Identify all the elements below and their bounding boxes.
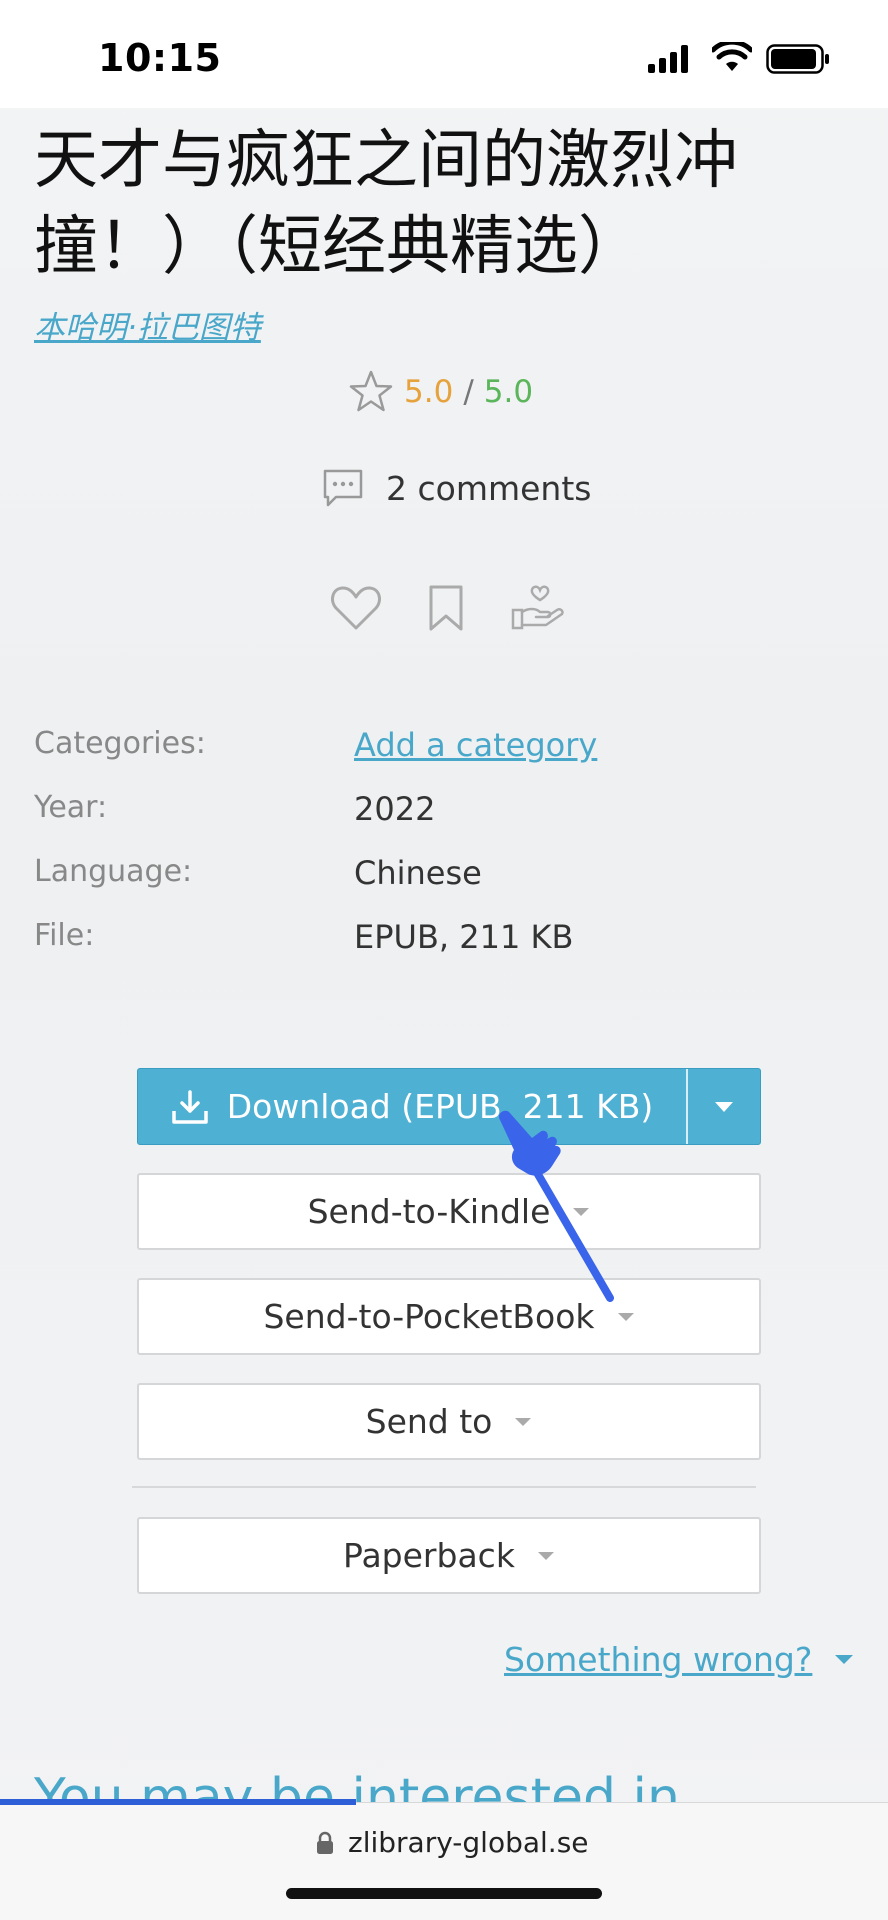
wifi-icon — [712, 42, 752, 71]
download-options-toggle[interactable] — [688, 1101, 760, 1113]
caret-down-icon — [515, 1417, 532, 1426]
home-indicator — [286, 1888, 602, 1899]
caret-down-icon — [835, 1655, 854, 1664]
divider — [132, 1486, 756, 1488]
download-button-group: Download (EPUB, 211 KB) — [137, 1068, 761, 1145]
send-to-label: Send to — [365, 1402, 493, 1441]
address-bar[interactable]: zlibrary-global.se — [316, 1826, 589, 1859]
something-wrong-link[interactable]: Something wrong? — [504, 1640, 854, 1679]
detail-value: 2022 — [354, 790, 436, 828]
battery-icon — [766, 44, 829, 74]
detail-row-year: Year: 2022 — [34, 784, 854, 848]
rating-max: 5.0 — [483, 374, 534, 410]
rating-separator: / — [463, 374, 474, 410]
book-title: 天才与疯狂之间的激烈冲撞！）（短经典精选） — [34, 124, 738, 284]
lock-icon — [317, 1831, 333, 1854]
donate-hand-icon[interactable] — [510, 584, 566, 632]
detail-row-categories: Categories: Add a category — [34, 720, 854, 784]
book-author-link[interactable]: 本哈明·拉巴图特 — [34, 302, 261, 347]
book-actions — [330, 584, 566, 632]
comment-icon — [323, 469, 363, 507]
rating-value: 5.0 — [404, 374, 454, 410]
something-wrong-label: Something wrong? — [504, 1640, 813, 1679]
detail-label: Categories: — [34, 726, 206, 761]
add-category-link[interactable]: Add a category — [354, 726, 597, 764]
comments-link[interactable]: 2 comments — [322, 468, 591, 508]
status-time: 10:15 — [98, 36, 222, 80]
paperback-label: Paperback — [343, 1536, 515, 1575]
book-details: Categories: Add a category Year: 2022 La… — [34, 720, 854, 976]
detail-label: File: — [34, 918, 95, 953]
status-bar: 10:15 — [0, 0, 888, 108]
detail-value: EPUB, 211 KB — [354, 918, 574, 956]
detail-value: Chinese — [354, 854, 482, 892]
comments-count: 2 comments — [386, 468, 592, 508]
send-to-kindle-button[interactable]: Send-to-Kindle — [137, 1173, 761, 1250]
send-to-button[interactable]: Send to — [137, 1383, 761, 1460]
caret-down-icon — [537, 1551, 554, 1560]
send-to-pocketbook-button[interactable]: Send-to-PocketBook — [137, 1278, 761, 1355]
page-load-progress — [0, 1799, 356, 1805]
star-icon[interactable] — [348, 370, 394, 414]
detail-label: Year: — [34, 790, 108, 825]
heart-icon[interactable] — [330, 585, 382, 631]
caret-down-icon — [715, 1101, 733, 1112]
browser-bottom-bar — [0, 1802, 888, 1920]
screen: 10:15 天才与疯狂之间的激烈冲撞！）（短经典精选） 本哈明·拉巴图特 5.0… — [0, 0, 888, 1920]
download-icon — [171, 1089, 208, 1124]
book-rating: 5.0 / 5.0 — [348, 370, 533, 414]
detail-row-file: File: EPUB, 211 KB — [34, 912, 854, 976]
caret-down-icon — [617, 1312, 634, 1321]
detail-label: Language: — [34, 854, 193, 889]
url-text: zlibrary-global.se — [348, 1826, 589, 1859]
bookmark-icon[interactable] — [426, 584, 466, 632]
signal-icon — [648, 45, 688, 73]
tap-hand-icon — [498, 1110, 614, 1302]
detail-row-language: Language: Chinese — [34, 848, 854, 912]
paperback-button[interactable]: Paperback — [137, 1517, 761, 1594]
